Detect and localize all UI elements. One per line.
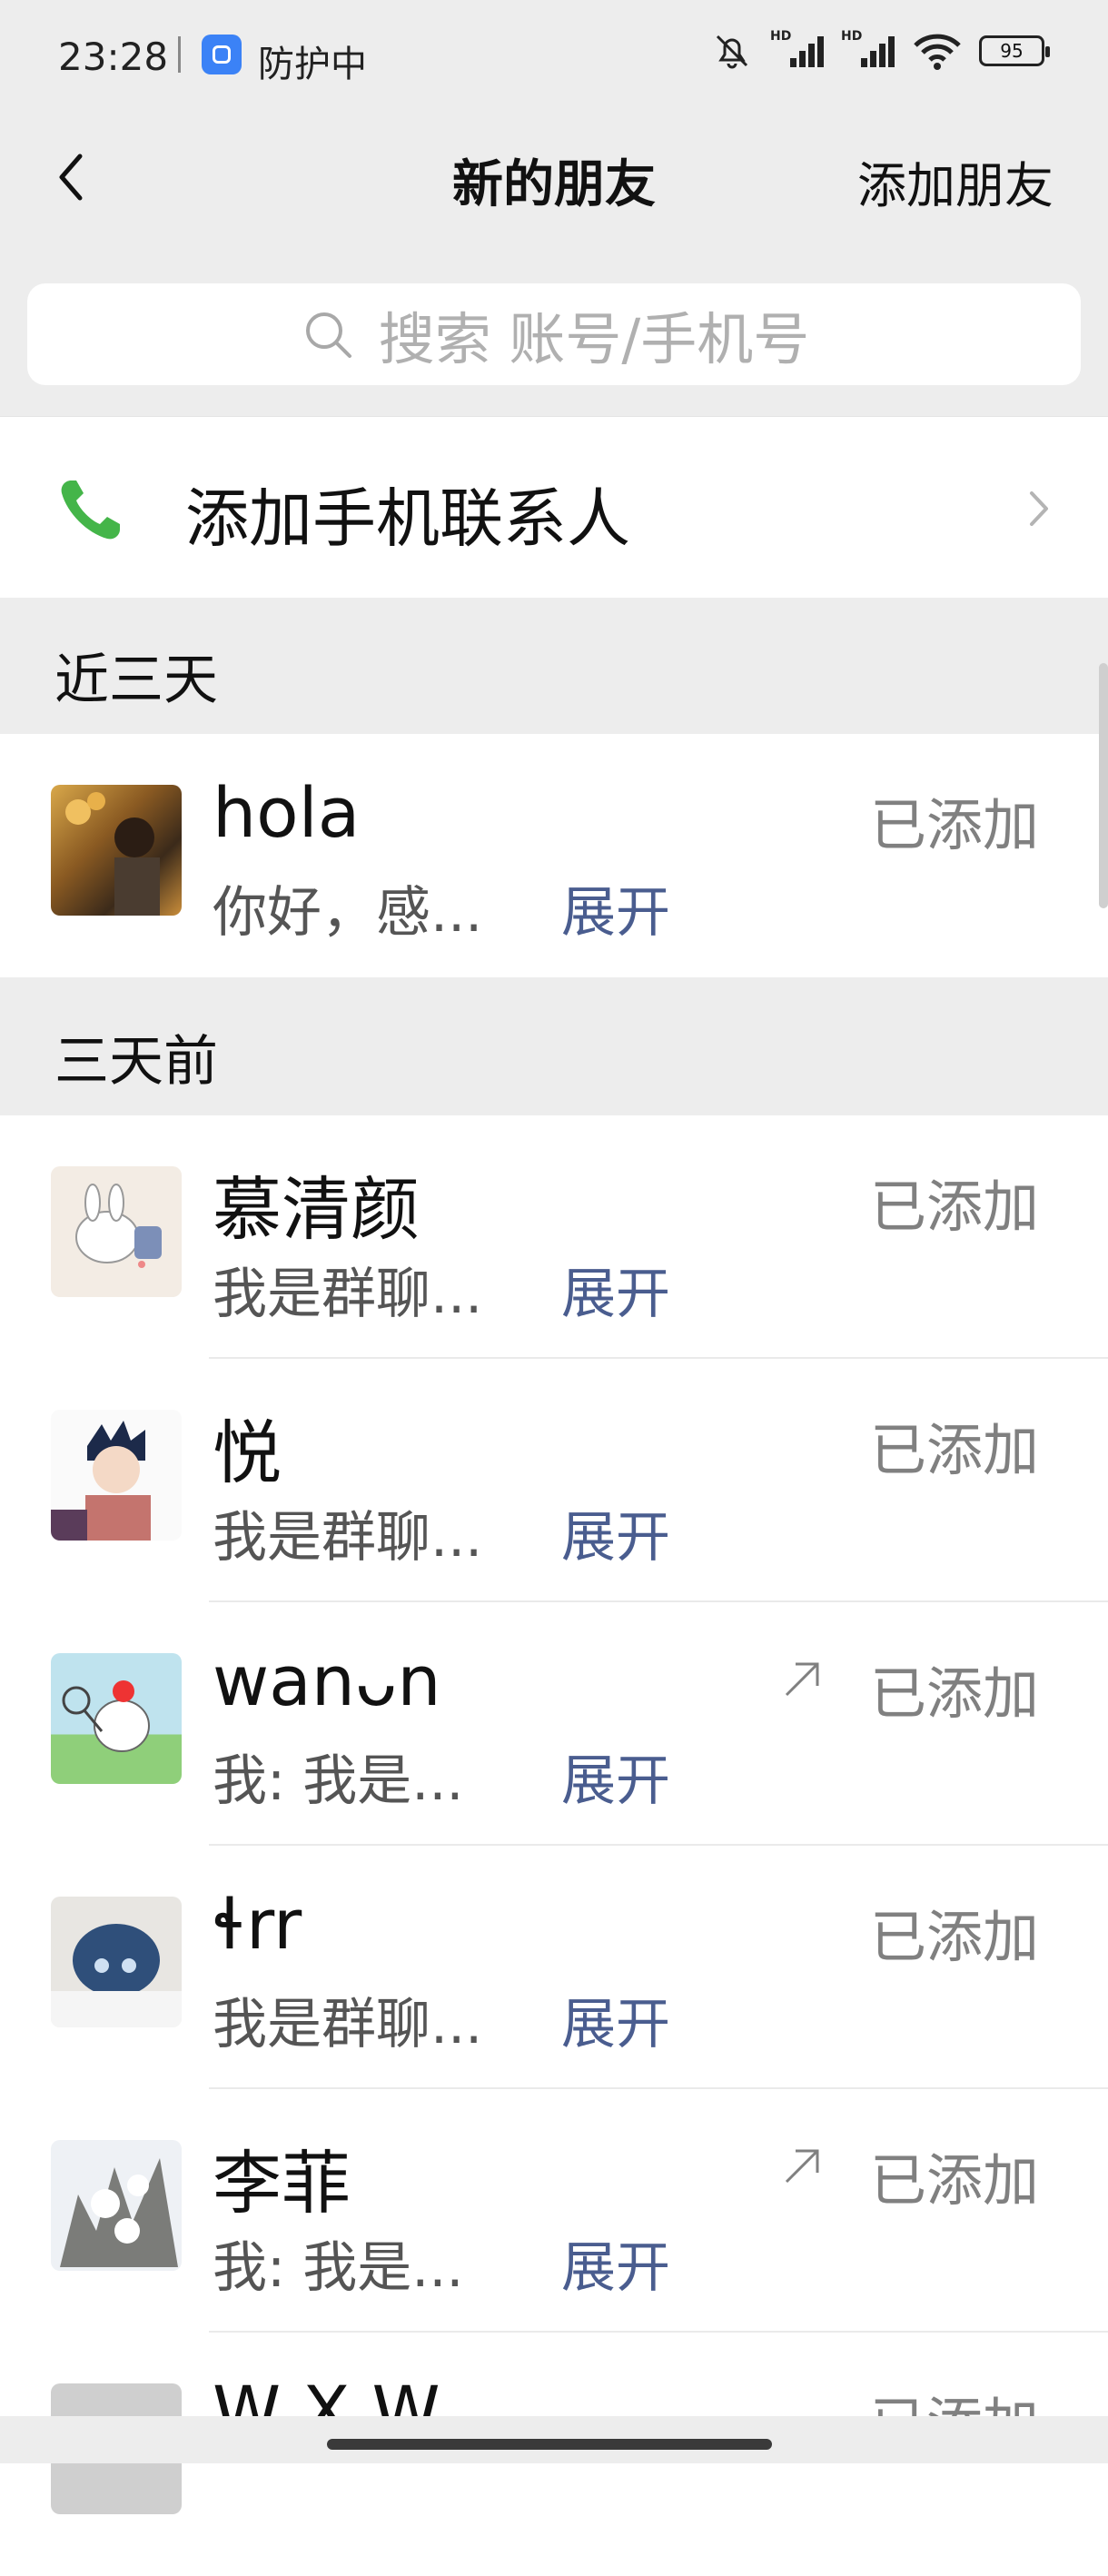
shield-icon (202, 35, 242, 74)
avatar (51, 785, 182, 916)
signal-1-icon: HD (770, 29, 825, 73)
added-status: 已添加 (869, 2147, 1039, 2214)
battery-icon: 95 (979, 35, 1050, 66)
added-status: 已添加 (869, 1174, 1039, 1240)
friend-request-item[interactable]: 李菲 我: 我是... 展开 已添加 (0, 2089, 1108, 2333)
chevron-right-icon (1030, 491, 1048, 526)
arrow-up-right-icon (785, 2149, 819, 2184)
home-indicator[interactable] (327, 2439, 772, 2450)
friend-name: 慕清颜 (213, 1169, 420, 1250)
friend-request-item[interactable]: 慕清颜 我是群聊... 展开 已添加 (0, 1115, 1108, 1359)
avatar (51, 1166, 182, 1297)
scrollbar[interactable] (1099, 663, 1108, 908)
avatar (51, 1653, 182, 1784)
avatar (51, 1897, 182, 2027)
friend-request-item[interactable]: wanᴗn 我: 我是... 展开 已添加 (0, 1602, 1108, 1846)
friend-name: ɬrr (213, 1884, 302, 1965)
status-divider (178, 36, 181, 73)
wifi-icon (914, 34, 961, 70)
signal-2-icon: HD (841, 29, 895, 73)
section-header-recent: 近三天 (0, 598, 1108, 734)
added-status: 已添加 (869, 792, 1039, 858)
friend-message: 我是群聊... (213, 1506, 483, 1570)
friend-request-item[interactable]: 悦 我是群聊... 展开 已添加 (0, 1359, 1108, 1602)
expand-link[interactable]: 展开 (561, 2224, 670, 2303)
expand-link[interactable]: 展开 (561, 1493, 670, 1572)
add-phone-contacts-label: 添加手机联系人 (185, 481, 630, 556)
arrow-up-right-icon (785, 1662, 819, 1697)
section-title: 近三天 (54, 649, 218, 712)
expand-link[interactable]: 展开 (561, 1737, 670, 1816)
bell-muted-icon (716, 35, 748, 69)
search-icon (305, 312, 351, 358)
status-bar: 23:28 防护中 HD HD 95 (0, 0, 1108, 109)
friend-message: 我是群聊... (213, 1993, 483, 2056)
status-time: 23:28 (58, 35, 169, 79)
expand-link[interactable]: 展开 (561, 1980, 670, 2059)
search-placeholder: 搜索 账号/手机号 (378, 306, 810, 372)
avatar (51, 1410, 182, 1541)
friend-name: 悦 (213, 1412, 282, 1493)
expand-link[interactable]: 展开 (561, 1250, 670, 1329)
section-title: 三天前 (54, 1030, 218, 1094)
search-input[interactable]: 搜索 账号/手机号 (27, 283, 1081, 385)
friend-message: 我: 我是... (213, 1749, 464, 1813)
friend-message: 你好，感... (213, 881, 483, 945)
friend-message: 我是群聊... (213, 1263, 483, 1326)
nav-bar: 新的朋友 添加朋友 (0, 109, 1108, 254)
status-icons: HD HD 95 (710, 29, 1050, 73)
avatar (51, 2140, 182, 2271)
add-friend-button[interactable]: 添加朋友 (857, 145, 1054, 217)
friend-request-item[interactable]: ɬrr 我是群聊... 展开 已添加 (0, 1846, 1108, 2089)
added-status: 已添加 (869, 1904, 1039, 1970)
friend-name: hola (213, 772, 361, 853)
friend-name: wanᴗn (213, 1640, 441, 1721)
friend-message: 我: 我是... (213, 2236, 464, 2300)
friend-name: 李菲 (213, 2143, 351, 2224)
phone-icon (61, 481, 120, 540)
expand-link[interactable]: 展开 (561, 868, 670, 947)
friend-request-item[interactable]: hola 你好，感... 展开 已添加 (0, 734, 1108, 977)
section-header-older: 三天前 (0, 979, 1108, 1115)
protection-status: 防护中 (258, 44, 367, 85)
add-phone-contacts-row[interactable]: 添加手机联系人 (0, 416, 1108, 599)
added-status: 已添加 (869, 1417, 1039, 1483)
added-status: 已添加 (869, 1660, 1039, 1727)
